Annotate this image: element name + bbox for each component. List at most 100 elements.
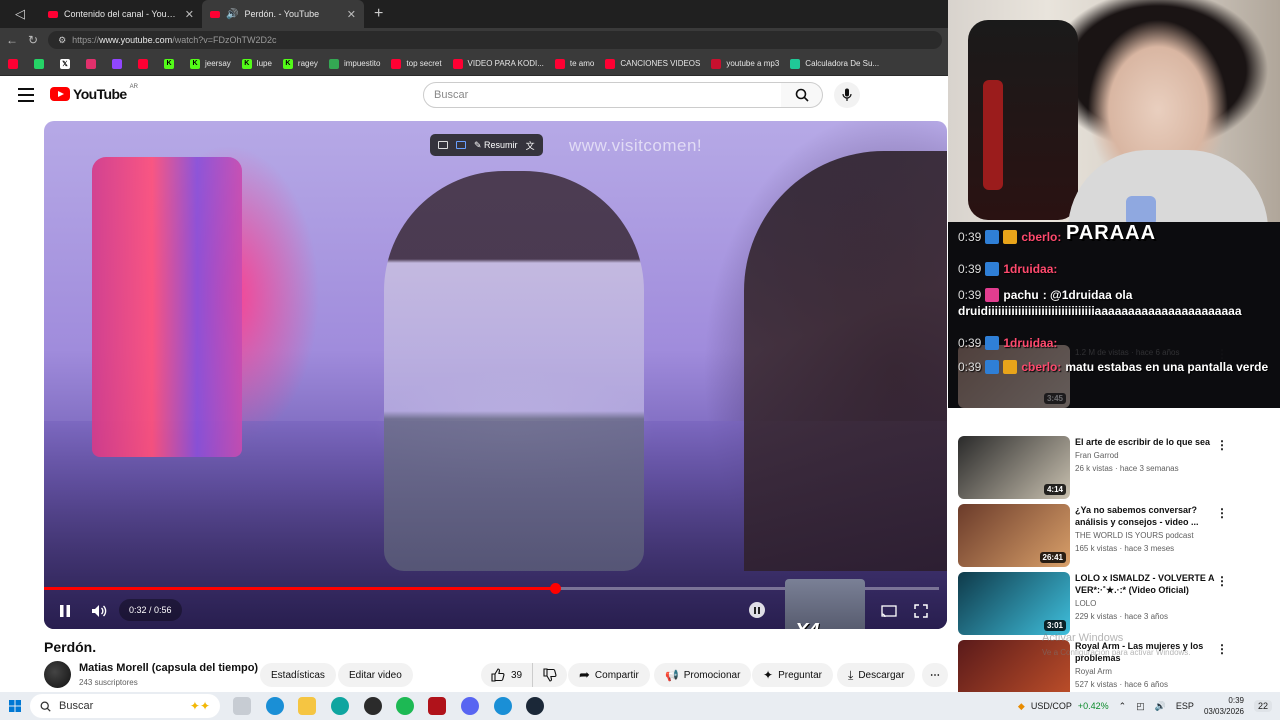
media-app-icon[interactable] (428, 697, 446, 715)
new-tab-icon[interactable]: + (364, 5, 393, 23)
translate-icon[interactable]: 文 (526, 139, 535, 152)
recommendation-item[interactable]: 3:01 LOLO x ISMALDZ - VOLVERTE A VER*:·˚★… (958, 572, 1280, 635)
steam-icon[interactable] (526, 697, 544, 715)
video-singer (384, 171, 644, 571)
video-thumbnail[interactable]: 4:14 (958, 436, 1070, 499)
bookmark-item[interactable]: Klupe (241, 58, 272, 69)
volume-tray-icon[interactable]: 🔊 (1155, 701, 1166, 712)
edit-video-button[interactable]: Editar video (338, 663, 413, 687)
bookmark-item[interactable]: youtube a mp3 (711, 58, 779, 69)
recommendation-title[interactable]: El arte de escribir de lo que sea (1075, 436, 1225, 448)
tab-perdon-youtube[interactable]: 🔊 Perdón. - YouTube ✕ (202, 0, 364, 28)
bookmark-item[interactable]: Calculadora De Su... (790, 58, 879, 69)
fullscreen-button[interactable] (910, 600, 932, 622)
pip-icon[interactable] (438, 141, 448, 149)
search-button[interactable] (781, 82, 823, 108)
chat-badge-icon (985, 360, 1000, 374)
chat-badge-icon (985, 288, 1000, 302)
discord-icon[interactable] (461, 697, 479, 715)
pause-button[interactable] (54, 600, 76, 622)
bookmark-item[interactable] (112, 58, 127, 69)
youtube-icon (391, 58, 402, 69)
bookmark-item[interactable]: CANCIONES VIDEOS (605, 58, 700, 69)
recommendation-channel[interactable]: Royal Arm (1075, 667, 1112, 676)
more-vertical-icon[interactable]: ⋮ (1216, 574, 1228, 588)
refresh-icon[interactable]: ↻ (28, 33, 38, 47)
bookmark-item[interactable] (34, 58, 49, 69)
download-icon: ⤓ (848, 667, 854, 682)
voice-search-button[interactable] (834, 82, 860, 108)
channel-avatar[interactable] (44, 661, 71, 688)
close-tab-icon[interactable]: ✕ (347, 8, 356, 21)
tab-youtube-studio[interactable]: Contenido del canal - YouTube Stu ✕ (40, 0, 202, 28)
video-thumbnail[interactable]: 26:41 (958, 504, 1070, 567)
recommendation-channel[interactable]: THE WORLD IS YOURS podcast (1075, 531, 1194, 540)
windows-start-icon[interactable] (9, 700, 21, 712)
bookmark-item[interactable]: Kragey (282, 58, 318, 69)
more-actions-button[interactable]: ⋯ (922, 663, 948, 687)
bookmark-item[interactable] (86, 58, 101, 69)
chat-message: 0:39 cberlo: (958, 230, 1065, 244)
recommendation-channel[interactable]: LOLO (1075, 599, 1096, 608)
edge-icon[interactable] (331, 697, 349, 715)
video-thumbnail[interactable]: 3:01 (958, 572, 1070, 635)
autoplay-toggle[interactable] (749, 602, 765, 618)
channel-name[interactable]: Matias Morell (capsula del tiempo) (79, 662, 258, 674)
menu-icon[interactable] (18, 88, 34, 102)
cast-button[interactable] (878, 600, 900, 622)
youtube-logo[interactable]: YouTube AR (50, 84, 138, 102)
recommendation-item[interactable]: 4:14 El arte de escribir de lo que sea Fra… (958, 436, 1280, 499)
like-button[interactable]: 39 (481, 663, 534, 687)
bookmark-item[interactable]: impuestito (328, 58, 380, 69)
notification-badge[interactable]: 22 (1253, 700, 1272, 712)
more-vertical-icon[interactable]: ⋮ (1216, 642, 1228, 656)
download-button[interactable]: ⤓ Descargar (837, 663, 916, 687)
bookmark-item[interactable] (138, 58, 153, 69)
bookmark-item[interactable]: VIDEO PARA KODI... (452, 58, 544, 69)
tray-overflow-icon[interactable]: ⌃ (1119, 701, 1127, 712)
close-tab-icon[interactable]: ✕ (185, 8, 194, 21)
promote-button[interactable]: 📢 Promocionar (654, 663, 752, 687)
currency-widget[interactable]: ◆ USD/COP +0.42% (1018, 701, 1109, 712)
stats-button[interactable]: Estadísticas (260, 663, 336, 687)
edge-browser-icon[interactable] (266, 697, 284, 715)
spotify-icon[interactable] (396, 697, 414, 715)
bookmark-item[interactable] (8, 58, 23, 69)
speaker-icon[interactable]: 🔊 (226, 9, 238, 20)
summarize-button[interactable]: ✎ Resumir (474, 140, 518, 151)
network-icon[interactable]: ◰ (1136, 701, 1145, 712)
bookmark-item[interactable]: te amo (554, 58, 594, 69)
more-vertical-icon[interactable]: ⋮ (1216, 438, 1228, 452)
bookmark-item[interactable]: Kjeersay (190, 58, 231, 69)
bookmark-item[interactable]: top secret (391, 58, 442, 69)
search-input[interactable]: Buscar (423, 82, 782, 108)
clock[interactable]: 0:39 03/03/2026 (1204, 695, 1244, 717)
tab-strip: ◁ Contenido del canal - YouTube Stu ✕ 🔊 … (0, 0, 948, 28)
progress-scrubber[interactable] (550, 583, 562, 594)
more-vertical-icon[interactable]: ⋮ (1216, 506, 1228, 520)
back-icon[interactable]: ← (6, 33, 18, 47)
volume-button[interactable] (88, 600, 110, 622)
language-indicator[interactable]: ESP (1176, 701, 1194, 711)
ask-button[interactable]: ✦ Preguntar (752, 663, 833, 687)
share-button[interactable]: ➦ Compartir (568, 663, 650, 687)
url-field[interactable]: ⚙ https://www.youtube.com/watch?v=FDzOhT… (48, 31, 942, 49)
task-view-icon[interactable] (233, 697, 251, 715)
recommendation-item[interactable]: 26:41 ¿Ya no sabemos conversar? análisis … (958, 504, 1280, 567)
recommendation-title[interactable]: ¿Ya no sabemos conversar? análisis y con… (1075, 504, 1225, 528)
video-player[interactable]: www.visitcomen! ✎ Resumir 文 0:32 / 0:56 (44, 121, 947, 629)
dislike-button[interactable] (533, 668, 567, 682)
edge-window-icon[interactable] (494, 697, 512, 715)
recommendation-channel[interactable]: Fran Garrod (1075, 451, 1119, 460)
bookmark-item[interactable]: 𝕏 (60, 58, 75, 69)
site-info-icon[interactable]: ⚙ (58, 35, 66, 46)
recommendation-title[interactable]: LOLO x ISMALDZ - VOLVERTE A VER*:·˚★.·:*… (1075, 572, 1225, 596)
tab-actions-icon[interactable]: ◁ (0, 0, 40, 28)
taskbar-search[interactable]: Buscar ✦✦ (30, 694, 220, 718)
webcam-microphone (1126, 196, 1156, 222)
file-explorer-icon[interactable] (298, 697, 316, 715)
app-icon[interactable] (364, 697, 382, 715)
cast-icon (881, 604, 897, 617)
screenshot-icon[interactable] (456, 141, 466, 149)
bookmark-item[interactable]: K (164, 58, 179, 69)
